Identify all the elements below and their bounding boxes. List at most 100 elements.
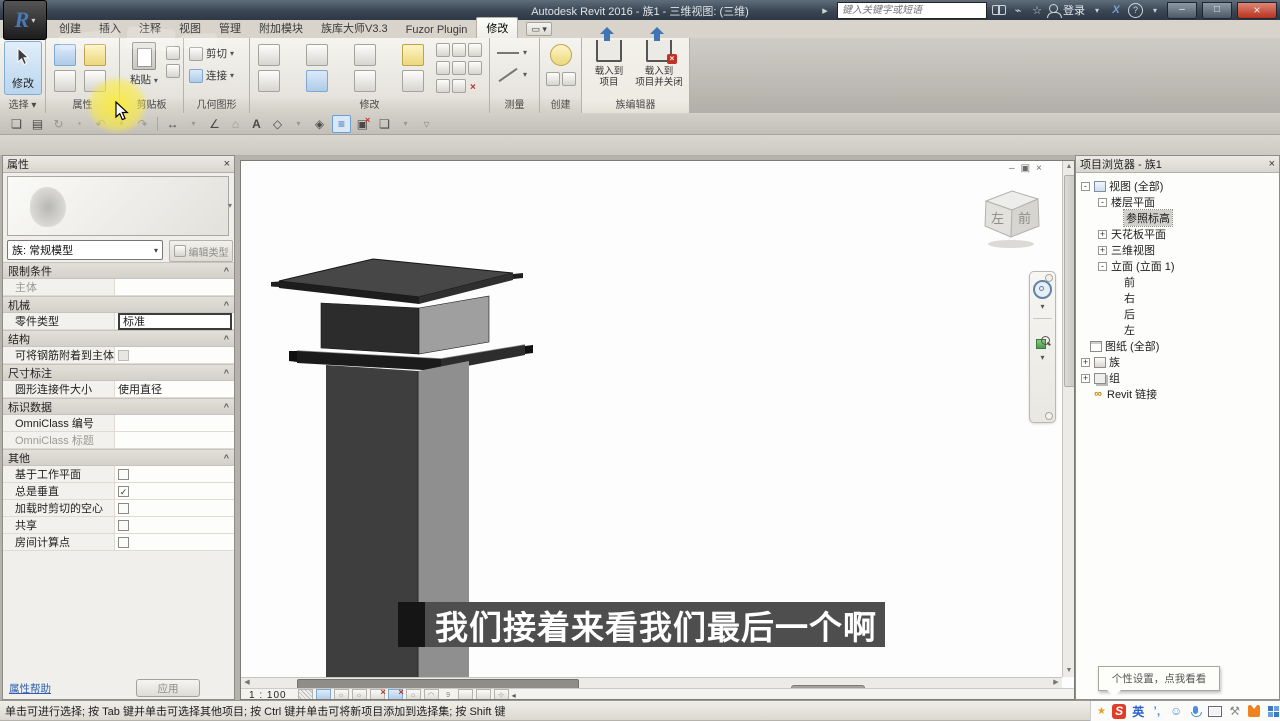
search-icon[interactable]	[992, 5, 1006, 15]
shadows-icon[interactable]: ☼	[351, 689, 367, 699]
modify-tool-button[interactable]: 修改	[4, 41, 42, 95]
property-row-workplane-based[interactable]: 基于工作平面	[3, 466, 234, 483]
panel-label-geometry[interactable]: 几何图形	[184, 99, 249, 113]
tree-item-back[interactable]: 后	[1076, 306, 1279, 322]
property-row-cut-voids[interactable]: 加载时剪切的空心	[3, 500, 234, 517]
communication-center-icon[interactable]: ⌁	[1011, 3, 1025, 17]
steering-wheel-icon[interactable]	[1033, 280, 1052, 299]
properties-palette-icon[interactable]	[54, 44, 76, 66]
view-close-icon[interactable]: ×	[1036, 163, 1042, 174]
punctuation-icon[interactable]: ’,	[1150, 704, 1163, 718]
vertical-scrollbar[interactable]: ▲ ▼	[1062, 161, 1074, 677]
detail-level-icon[interactable]	[297, 689, 313, 699]
cut-to-clipboard-icon[interactable]	[166, 46, 180, 60]
property-row-rebar-host[interactable]: 可将钢筋附着到主体	[3, 347, 234, 364]
panel-label-family-editor[interactable]: 族编辑器	[582, 99, 689, 113]
tree-item-groups[interactable]: + 组	[1076, 370, 1279, 386]
properties-header[interactable]: 属性 ×	[3, 156, 234, 173]
sun-path-icon[interactable]: ☼	[333, 689, 349, 699]
ime-language-toggle[interactable]: 英	[1132, 703, 1144, 720]
close-hidden-windows-icon[interactable]: ▣ ×	[355, 115, 372, 132]
section-structural[interactable]: 结构 ^	[3, 330, 234, 347]
soft-keyboard-icon[interactable]	[1208, 704, 1223, 718]
save-icon[interactable]: ▤	[29, 116, 46, 132]
viewcube-front-face[interactable]: 前	[1018, 211, 1031, 226]
skin-icon[interactable]	[1247, 704, 1261, 718]
vertical-scrollbar-thumb[interactable]	[1064, 175, 1074, 387]
tab-family-master[interactable]: 族库大师V3.3	[312, 18, 397, 38]
panel-label-create[interactable]: 创建	[540, 99, 581, 113]
zoom-icon[interactable]	[1035, 336, 1050, 350]
help-dropdown-icon[interactable]: ▾	[1148, 3, 1162, 17]
aligned-dimension-qat-icon[interactable]: ∠	[206, 116, 223, 132]
crop-view-icon[interactable]: ×	[369, 687, 386, 699]
visual-style-icon[interactable]	[315, 689, 331, 699]
zoom-dropdown-icon[interactable]: ▾	[1040, 353, 1044, 362]
trim-extend-icon[interactable]	[402, 70, 424, 92]
emoji-icon[interactable]: ☺	[1170, 704, 1183, 718]
apply-button[interactable]: 应用	[136, 679, 200, 697]
tab-insert[interactable]: 插入	[90, 18, 130, 38]
viewcube-left-face[interactable]: 左	[991, 211, 1004, 226]
help-icon[interactable]: ?	[1128, 2, 1143, 18]
application-menu-button[interactable]: R ▾	[3, 0, 47, 40]
sync-dropdown-icon[interactable]: •	[71, 116, 88, 132]
section-mechanical[interactable]: 机械 ^	[3, 296, 234, 313]
switch-windows-icon[interactable]: ❏	[376, 116, 393, 132]
favorites-star-icon[interactable]: ☆	[1030, 3, 1044, 17]
panel-label-properties[interactable]: 属性	[46, 99, 119, 113]
open-icon[interactable]: ❏	[8, 116, 25, 132]
rebar-host-checkbox[interactable]	[118, 349, 129, 361]
tree-item-sheets[interactable]: 图纸 (全部)	[1076, 338, 1279, 354]
room-calc-point-checkbox[interactable]	[118, 536, 129, 548]
paste-icon[interactable]	[132, 42, 156, 70]
properties-close-icon[interactable]: ×	[224, 158, 230, 170]
type-selector[interactable]: 族: 常规模型 ▾	[7, 240, 163, 260]
navbar-options-icon[interactable]	[1045, 412, 1053, 420]
mirror-axis-icon[interactable]	[354, 44, 376, 66]
match-properties-icon[interactable]	[166, 64, 180, 78]
section-identity-data[interactable]: 标识数据 ^	[3, 398, 234, 415]
thin-lines-toggle-icon[interactable]: ≡	[332, 114, 351, 133]
tree-item-3d-views[interactable]: + 三维视图	[1076, 242, 1279, 258]
redo-icon[interactable]: ↷	[134, 116, 151, 132]
scroll-down-icon[interactable]: ▼	[1063, 665, 1074, 677]
load-into-project-and-close-button[interactable]: × 载入到 项目并关闭	[634, 31, 684, 96]
align-icon[interactable]	[258, 44, 280, 66]
show-crop-region-icon[interactable]: ×	[387, 687, 404, 699]
ribbon-display-toggle[interactable]: ▭ ▾	[526, 22, 552, 36]
temporary-hide-isolate-icon[interactable]: ◠	[423, 689, 439, 699]
worksharing-display-icon[interactable]: ⊹	[493, 689, 509, 699]
tab-create[interactable]: 创建	[50, 18, 90, 38]
show-constraints-icon[interactable]	[475, 689, 491, 699]
tab-modify[interactable]: 修改	[476, 17, 519, 38]
toolbar-collapse-arrow-icon[interactable]: ▸	[818, 3, 832, 17]
array-icon[interactable]	[436, 61, 450, 75]
tab-view[interactable]: 视图	[170, 18, 210, 38]
pin-icon[interactable]	[468, 43, 482, 57]
create-assembly-icon[interactable]	[562, 72, 576, 86]
tree-item-families[interactable]: + 族	[1076, 354, 1279, 370]
panel-label-clipboard[interactable]: 剪贴板	[120, 99, 183, 113]
family-types-icon[interactable]	[84, 44, 106, 66]
ime-tooltip[interactable]: 个性设置，点我看看	[1098, 666, 1220, 697]
exchange-apps-icon[interactable]: X	[1109, 3, 1123, 17]
property-row[interactable]: 主体	[3, 279, 234, 296]
property-row-omniclass-title[interactable]: OmniClass 标题	[3, 432, 234, 449]
view-dropdown-icon[interactable]: ▾	[290, 116, 307, 132]
switch-windows-dropdown-icon[interactable]: ▾	[397, 116, 414, 132]
default-3d-view-icon[interactable]: ◇	[269, 116, 286, 132]
maximize-button[interactable]: □	[1202, 1, 1232, 19]
trim-multiple-icon[interactable]	[452, 79, 466, 93]
load-into-project-button[interactable]: 载入到 项目	[584, 31, 634, 96]
always-vertical-checkbox[interactable]: ✓	[118, 485, 129, 497]
join-geometry-button[interactable]: 连接	[206, 68, 227, 83]
section-dimensions[interactable]: 尺寸标注 ^	[3, 364, 234, 381]
tag-icon[interactable]: ⌂	[227, 116, 244, 132]
tree-item-revit-links[interactable]: ∞ Revit 链接	[1076, 386, 1279, 402]
panel-label-modify[interactable]: 修改	[250, 99, 489, 113]
property-row-always-vertical[interactable]: 总是垂直 ✓	[3, 483, 234, 500]
measure-between-icon[interactable]	[497, 51, 519, 54]
part-type-field[interactable]: 标准	[118, 312, 232, 330]
tree-item-ceiling-plans[interactable]: + 天花板平面	[1076, 226, 1279, 242]
